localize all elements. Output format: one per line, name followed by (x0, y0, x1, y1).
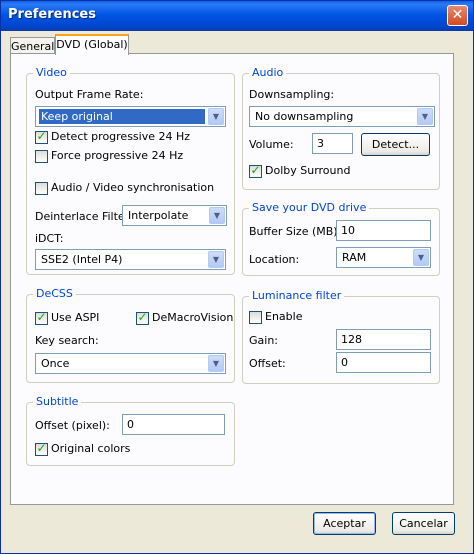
buffer-size-input[interactable]: 10 (336, 220, 431, 241)
location-dropdown[interactable]: RAM ▼ (336, 247, 431, 268)
enable-checkbox[interactable] (249, 311, 262, 324)
check-mark-icon: ✓ (36, 310, 47, 324)
chevron-down-icon[interactable]: ▼ (209, 207, 225, 224)
decss-group: DeCSS ✓ Use ASPI ✓ DeMacroVision Key sea… (26, 287, 235, 383)
cancel-button[interactable]: Cancelar (392, 512, 455, 535)
gain-label: Gain: (249, 334, 278, 347)
dvd-drive-legend: Save your DVD drive (249, 201, 370, 214)
video-group: Video Output Frame Rate: Keep original ▼… (26, 66, 235, 275)
chevron-down-icon[interactable]: ▼ (208, 355, 224, 372)
location-value: RAM (342, 251, 367, 264)
check-mark-icon: ✓ (36, 129, 47, 143)
av-sync-label: Audio / Video synchronisation (51, 181, 215, 194)
ok-button[interactable]: Aceptar (313, 512, 376, 535)
luminance-legend: Luminance filter (249, 289, 345, 302)
preferences-window: Preferences ✕ General DVD (Global) Video… (0, 0, 474, 554)
detect-24hz-label: Detect progressive 24 Hz (51, 130, 191, 143)
detect-24hz-checkbox[interactable]: ✓ (35, 129, 48, 144)
deinterlace-label: Deinterlace Filter: (35, 210, 133, 223)
audio-group: Audio Downsampling: No downsampling ▼ Vo… (242, 66, 440, 190)
av-sync-checkbox[interactable] (35, 182, 48, 195)
downsampling-label: Downsampling: (249, 88, 335, 101)
subtitle-offset-label: Offset (pixel): (35, 419, 110, 432)
deinterlace-value: Interpolate (128, 209, 189, 222)
subtitle-group: Subtitle Offset (pixel): 0 ✓ Original co… (26, 395, 235, 466)
audio-legend: Audio (249, 66, 287, 79)
idct-label: iDCT: (35, 232, 64, 245)
chevron-down-icon[interactable]: ▼ (417, 108, 433, 125)
idct-dropdown[interactable]: SSE2 (Intel P4) ▼ (35, 249, 226, 270)
chevron-down-icon[interactable]: ▼ (208, 251, 224, 268)
close-icon: ✕ (451, 7, 464, 23)
luminance-offset-input[interactable]: 0 (336, 352, 431, 373)
key-search-dropdown[interactable]: Once ▼ (35, 353, 226, 374)
original-colors-checkbox[interactable]: ✓ (35, 441, 48, 456)
check-mark-icon: ✓ (250, 163, 261, 177)
volume-input[interactable]: 3 (312, 133, 353, 154)
dvd-drive-group: Save your DVD drive Buffer Size (MB): 10… (242, 201, 440, 276)
enable-label: Enable (265, 310, 303, 323)
force-24hz-checkbox[interactable] (35, 150, 48, 163)
window-title: Preferences (8, 7, 96, 22)
frame-rate-label: Output Frame Rate: (35, 88, 144, 101)
original-colors-label: Original colors (51, 442, 131, 455)
use-aspi-checkbox[interactable]: ✓ (35, 310, 48, 325)
idct-value: SSE2 (Intel P4) (41, 253, 123, 266)
location-label: Location: (249, 253, 300, 266)
buffer-size-label: Buffer Size (MB): (249, 225, 342, 238)
demacrovision-label: DeMacroVision (152, 311, 234, 324)
tab-dvd-global[interactable]: DVD (Global) (55, 34, 129, 55)
check-mark-icon: ✓ (36, 441, 47, 455)
check-mark-icon: ✓ (137, 310, 148, 324)
downsampling-value: No downsampling (255, 110, 354, 123)
video-legend: Video (33, 66, 70, 79)
subtitle-offset-input[interactable]: 0 (122, 414, 225, 435)
demacrovision-checkbox[interactable]: ✓ (136, 310, 149, 325)
tab-panel-dvd-global: Video Output Frame Rate: Keep original ▼… (10, 53, 454, 505)
dolby-surround-label: Dolby Surround (265, 164, 351, 177)
subtitle-legend: Subtitle (33, 395, 82, 408)
offset-label: Offset: (249, 357, 286, 370)
close-button[interactable]: ✕ (447, 5, 468, 26)
gain-input[interactable]: 128 (336, 329, 431, 350)
luminance-group: Luminance filter Enable Gain: 128 Offset… (242, 289, 440, 384)
chevron-down-icon[interactable]: ▼ (208, 108, 224, 125)
dolby-surround-checkbox[interactable]: ✓ (249, 163, 262, 178)
deinterlace-dropdown[interactable]: Interpolate ▼ (122, 205, 227, 226)
decss-legend: DeCSS (33, 287, 76, 300)
title-bar[interactable]: Preferences ✕ (1, 1, 473, 31)
chevron-down-icon[interactable]: ▼ (413, 249, 429, 266)
key-search-value: Once (41, 357, 70, 370)
force-24hz-label: Force progressive 24 Hz (51, 149, 184, 162)
frame-rate-value: Keep original (39, 109, 205, 124)
detect-button[interactable]: Detect... (361, 133, 430, 156)
use-aspi-label: Use ASPI (51, 311, 100, 324)
volume-label: Volume: (249, 138, 294, 151)
key-search-label: Key search: (35, 334, 99, 347)
frame-rate-dropdown[interactable]: Keep original ▼ (35, 106, 226, 127)
downsampling-dropdown[interactable]: No downsampling ▼ (249, 106, 435, 127)
